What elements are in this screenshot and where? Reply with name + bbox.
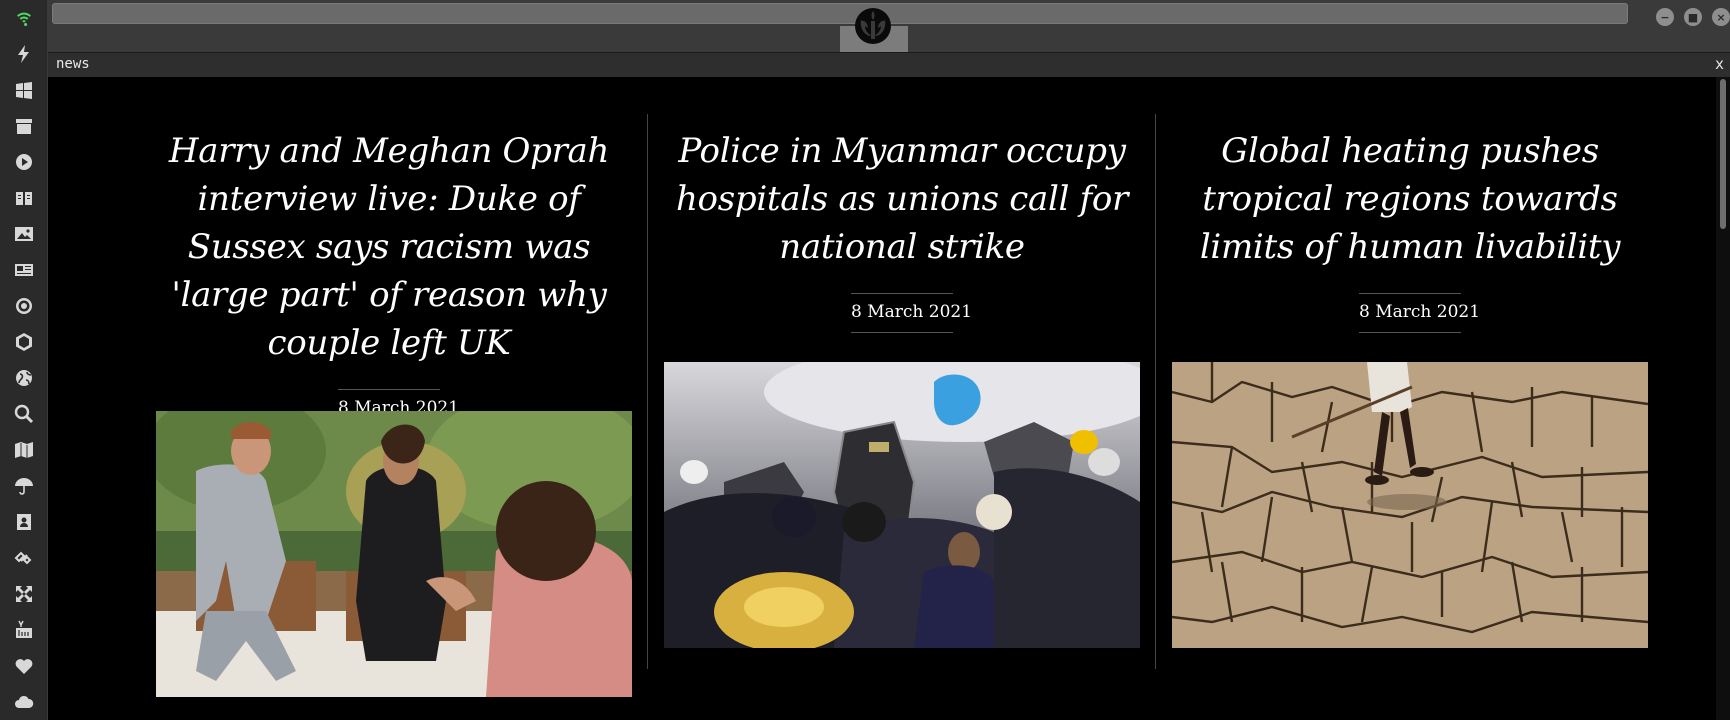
article-image[interactable] (1172, 362, 1648, 648)
article-card: Global heating pushes tropical regions t… (1172, 127, 1648, 333)
column-divider (647, 114, 648, 669)
newspaper-icon[interactable] (12, 258, 36, 282)
article-headline[interactable]: Global heating pushes tropical regions t… (1172, 127, 1648, 271)
vertical-scrollbar[interactable] (1716, 77, 1730, 720)
image-icon[interactable] (12, 222, 36, 246)
link-icon[interactable] (12, 546, 36, 570)
youtube-icon[interactable] (12, 618, 36, 642)
tab-title-bar: news x (48, 52, 1730, 77)
article-date: 8 March 2021 (1359, 293, 1480, 333)
article-headline[interactable]: Police in Myanmar occupy hospitals as un… (664, 127, 1140, 271)
scrollbar-thumb[interactable] (1720, 79, 1726, 229)
article-card: Police in Myanmar occupy hospitals as un… (664, 127, 1140, 333)
news-grid: Harry and Meghan Oprah interview live: D… (48, 77, 1716, 720)
book-icon[interactable] (12, 186, 36, 210)
wifi-icon[interactable] (12, 6, 36, 30)
article-image[interactable] (664, 362, 1140, 648)
archive-icon[interactable] (12, 114, 36, 138)
article-image[interactable] (156, 411, 632, 697)
close-window-button[interactable]: × (1712, 8, 1730, 26)
umbrella-icon[interactable] (12, 474, 36, 498)
article-card: Harry and Meghan Oprah interview live: D… (151, 127, 627, 429)
heart-icon[interactable] (12, 654, 36, 678)
address-bar[interactable] (52, 3, 1628, 24)
cloud-icon[interactable] (12, 690, 36, 714)
article-headline[interactable]: Harry and Meghan Oprah interview live: D… (151, 127, 627, 367)
globe-icon[interactable] (12, 366, 36, 390)
rebel-alliance-logo-icon (855, 8, 891, 44)
tab-title: news (56, 56, 90, 72)
maximize-button[interactable]: ■ (1684, 8, 1702, 26)
map-icon[interactable] (12, 438, 36, 462)
close-tab-button[interactable]: x (1715, 55, 1724, 73)
hexagon-icon[interactable] (12, 330, 36, 354)
contacts-icon[interactable] (12, 510, 36, 534)
app-dock (0, 0, 48, 720)
column-divider (1155, 114, 1156, 669)
play-icon[interactable] (12, 150, 36, 174)
top-bar: − ■ × (48, 0, 1730, 52)
article-date: 8 March 2021 (851, 293, 972, 333)
search-icon[interactable] (12, 402, 36, 426)
expand-icon[interactable] (12, 582, 36, 606)
lightning-icon[interactable] (12, 42, 36, 66)
windows-icon[interactable] (12, 78, 36, 102)
minimize-button[interactable]: − (1656, 8, 1674, 26)
gear-icon[interactable] (12, 294, 36, 318)
